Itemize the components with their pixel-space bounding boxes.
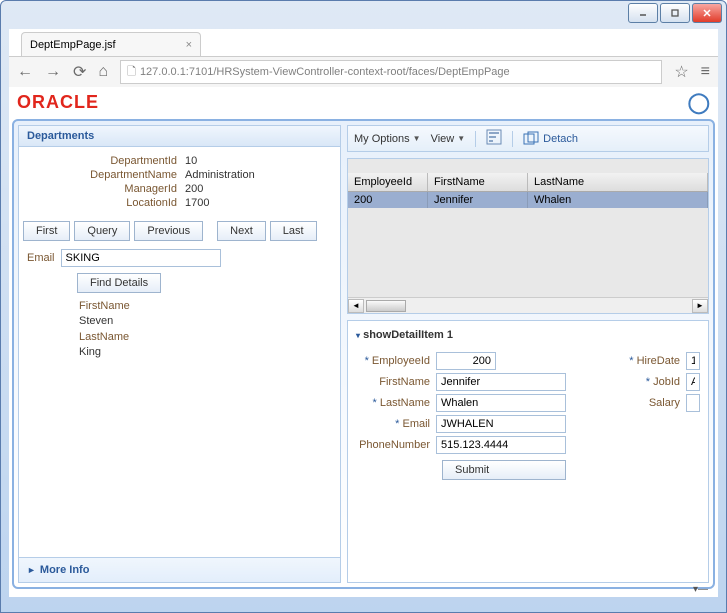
email-input[interactable] [61, 249, 221, 267]
manager-id-value: 200 [185, 183, 203, 195]
email-label: Email [27, 252, 55, 264]
left-panel: Departments DepartmentId10 DepartmentNam… [18, 125, 341, 583]
dept-name-label: DepartmentName [25, 169, 185, 181]
scroll-thumb[interactable] [366, 300, 406, 312]
table-toolbar: My Options ▼ View ▼ Detach [347, 125, 709, 152]
email-input[interactable] [436, 415, 566, 433]
result-lastname-value: King [79, 345, 340, 360]
page-content: ORACLE ◯ Departments DepartmentId10 Depa… [9, 87, 718, 597]
firstname-label: FirstName [356, 376, 436, 388]
minimize-button[interactable] [628, 3, 658, 23]
menu-icon[interactable]: ≡ [701, 63, 710, 81]
dept-id-value: 10 [185, 155, 197, 167]
browser-window: DeptEmpPage.jsf × ← → ⟳ ⌂ 🗋 127.0.0.1:71… [0, 0, 727, 613]
query-button[interactable]: Query [74, 221, 130, 241]
hiredate-label: HireDate [606, 355, 686, 367]
scroll-left-icon[interactable]: ◄ [348, 299, 364, 313]
right-panel: My Options ▼ View ▼ Detach EmployeeId Fi… [347, 125, 709, 583]
window-titlebar [1, 1, 726, 29]
email-label: Email [356, 418, 436, 430]
th-employeeid[interactable]: EmployeeId [348, 173, 428, 191]
salary-input[interactable] [686, 394, 700, 412]
browser-toolbar: ← → ⟳ ⌂ 🗋 127.0.0.1:7101/HRSystem-ViewCo… [9, 57, 718, 87]
separator [475, 131, 476, 147]
first-button[interactable]: First [23, 221, 70, 241]
detach-label: Detach [543, 133, 578, 145]
forward-icon[interactable]: → [45, 63, 61, 81]
dept-name-value: Administration [185, 169, 255, 181]
employeeid-input[interactable] [436, 352, 496, 370]
result-firstname-value: Steven [79, 314, 340, 329]
resize-handle-icon[interactable]: ▾— [693, 584, 708, 595]
cell-firstname: Jennifer [428, 192, 528, 208]
maximize-button[interactable] [660, 3, 690, 23]
brand-bar: ORACLE ◯ [9, 87, 718, 119]
previous-button[interactable]: Previous [134, 221, 203, 241]
more-info-toggle[interactable]: ► More Info [19, 557, 340, 582]
submit-button[interactable]: Submit [442, 460, 566, 480]
detail-panel: ▾ showDetailItem 1 EmployeeId FirstName … [347, 320, 709, 583]
table-header: EmployeeId FirstName LastName [348, 173, 708, 192]
tab-title: DeptEmpPage.jsf [30, 39, 116, 51]
lastname-label: LastName [356, 397, 436, 409]
salary-label: Salary [606, 397, 686, 409]
url-text: 127.0.0.1:7101/HRSystem-ViewController-c… [140, 66, 510, 78]
result-lastname-label: LastName [79, 330, 340, 345]
detail-title: ▾ showDetailItem 1 [356, 329, 700, 341]
horizontal-scrollbar[interactable]: ◄ ► [348, 297, 708, 313]
browser-tabbar: DeptEmpPage.jsf × [9, 29, 718, 57]
url-bar[interactable]: 🗋 127.0.0.1:7101/HRSystem-ViewController… [120, 60, 662, 84]
jobid-label: JobId [606, 376, 686, 388]
browser-tab[interactable]: DeptEmpPage.jsf × [21, 32, 201, 56]
page-icon: 🗋 [127, 63, 136, 82]
tab-close-icon[interactable]: × [186, 39, 192, 51]
view-menu[interactable]: View ▼ [431, 133, 466, 145]
back-icon[interactable]: ← [17, 63, 33, 81]
close-button[interactable] [692, 3, 722, 23]
hiredate-input[interactable] [686, 352, 700, 370]
more-info-label: More Info [40, 564, 90, 576]
lastname-input[interactable] [436, 394, 566, 412]
firstname-input[interactable] [436, 373, 566, 391]
chevron-down-icon: ▾ [356, 331, 360, 340]
oracle-o-icon: ◯ [688, 90, 710, 115]
chevron-down-icon: ▼ [413, 134, 421, 143]
next-button[interactable]: Next [217, 221, 266, 241]
oracle-logo: ORACLE [17, 92, 99, 113]
table-row[interactable]: 200 Jennifer Whalen [348, 192, 708, 208]
location-id-value: 1700 [185, 197, 209, 209]
application-body: Departments DepartmentId10 DepartmentNam… [12, 119, 715, 589]
chevron-right-icon: ► [27, 565, 36, 575]
lookup-result: FirstName Steven LastName King [79, 299, 340, 361]
employees-table: EmployeeId FirstName LastName 200 Jennif… [347, 158, 709, 314]
nav-button-row: First Query Previous Next Last [19, 217, 340, 245]
department-form: DepartmentId10 DepartmentNameAdministrat… [19, 147, 340, 217]
jobid-input[interactable] [686, 373, 700, 391]
bookmark-icon[interactable]: ☆ [674, 62, 688, 82]
employeeid-label: EmployeeId [356, 355, 436, 367]
th-firstname[interactable]: FirstName [428, 173, 528, 191]
departments-header: Departments [19, 126, 340, 147]
chevron-down-icon: ▼ [457, 134, 465, 143]
scroll-right-icon[interactable]: ► [692, 299, 708, 313]
cell-employeeid: 200 [348, 192, 428, 208]
email-row: Email [19, 245, 340, 271]
my-options-menu[interactable]: My Options ▼ [354, 133, 421, 145]
last-button[interactable]: Last [270, 221, 317, 241]
manager-id-label: ManagerId [25, 183, 185, 195]
dept-id-label: DepartmentId [25, 155, 185, 167]
result-firstname-label: FirstName [79, 299, 340, 314]
separator [512, 131, 513, 147]
cell-lastname: Whalen [528, 192, 708, 208]
detach-button[interactable]: Detach [523, 131, 578, 147]
sort-icon[interactable] [486, 129, 502, 148]
find-details-button[interactable]: Find Details [77, 273, 161, 293]
home-icon[interactable]: ⌂ [98, 63, 108, 81]
phone-label: PhoneNumber [356, 439, 436, 451]
reload-icon[interactable]: ⟳ [73, 62, 86, 82]
th-lastname[interactable]: LastName [528, 173, 708, 191]
phone-input[interactable] [436, 436, 566, 454]
location-id-label: LocationId [25, 197, 185, 209]
